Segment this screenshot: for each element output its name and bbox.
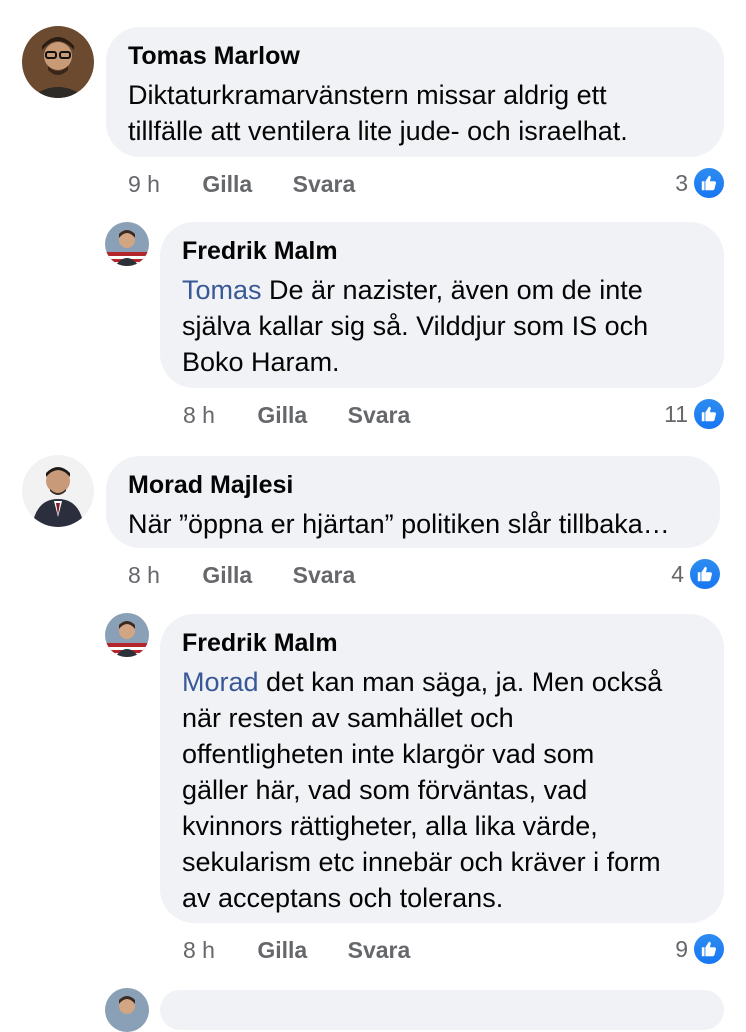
reply-button[interactable]: Svara xyxy=(348,402,411,428)
comment-bubble-tomas-marlow: Tomas Marlow Diktaturkramarvänstern miss… xyxy=(106,27,724,157)
thumbs-up-icon xyxy=(692,397,726,431)
avatar-next-comment[interactable] xyxy=(105,988,149,1032)
mention-link[interactable]: Tomas xyxy=(182,275,262,305)
avatar-morad-majlesi[interactable] xyxy=(22,455,94,527)
reply-button[interactable]: Svara xyxy=(348,937,411,963)
reaction-count[interactable]: 4 xyxy=(671,557,722,591)
like-button[interactable]: Gilla xyxy=(202,171,252,197)
comment-time: 8 h xyxy=(128,562,160,588)
reply-button[interactable]: Svara xyxy=(293,562,356,588)
comment-author[interactable]: Tomas Marlow xyxy=(128,41,702,71)
comment-actions: 9 h Gilla Svara xyxy=(128,171,389,198)
comment-bubble-morad-majlesi: Morad Majlesi När ”öppna er hjärtan” pol… xyxy=(106,456,720,548)
thumbs-up-icon xyxy=(692,166,726,200)
thumbs-up-icon xyxy=(692,932,726,966)
comment-author[interactable]: Fredrik Malm xyxy=(182,236,702,266)
like-count: 11 xyxy=(664,400,688,427)
reply-button[interactable]: Svara xyxy=(293,171,356,197)
comment-bubble-fredrik-malm-2: Fredrik Malm Morad det kan man säga, ja.… xyxy=(160,614,724,923)
reaction-count[interactable]: 3 xyxy=(675,166,726,200)
like-button[interactable]: Gilla xyxy=(257,402,307,428)
comment-text: Diktaturkramarvänstern missar aldrig ett… xyxy=(128,80,628,146)
avatar-fredrik-malm[interactable] xyxy=(105,613,149,657)
like-count: 9 xyxy=(675,935,688,962)
comment-author[interactable]: Fredrik Malm xyxy=(182,628,702,658)
avatar-fredrik-malm[interactable] xyxy=(105,222,149,266)
comment-time: 9 h xyxy=(128,171,160,197)
comment-time: 8 h xyxy=(183,402,215,428)
comment-actions: 8 h Gilla Svara xyxy=(128,562,389,589)
comment-bubble-fredrik-malm: Fredrik Malm Tomas De är nazister, även … xyxy=(160,222,724,388)
comment-text: Tomas De är nazister, även om de inte sj… xyxy=(182,275,649,377)
comment-time: 8 h xyxy=(183,937,215,963)
reaction-count[interactable]: 11 xyxy=(664,397,726,431)
comment-bubble-next xyxy=(160,990,724,1030)
comment-actions: 8 h Gilla Svara xyxy=(183,402,444,429)
like-button[interactable]: Gilla xyxy=(202,562,252,588)
like-button[interactable]: Gilla xyxy=(257,937,307,963)
avatar-tomas-marlow[interactable] xyxy=(22,26,94,98)
mention-link[interactable]: Morad xyxy=(182,667,259,697)
comment-actions: 8 h Gilla Svara xyxy=(183,937,444,964)
like-count: 4 xyxy=(671,560,684,587)
thumbs-up-icon xyxy=(688,557,722,591)
reaction-count[interactable]: 9 xyxy=(675,932,726,966)
comment-author[interactable]: Morad Majlesi xyxy=(128,470,698,500)
comment-text: När ”öppna er hjärtan” politiken slår ti… xyxy=(128,509,670,539)
comment-text: Morad det kan man säga, ja. Men också nä… xyxy=(182,667,663,913)
like-count: 3 xyxy=(675,169,688,196)
